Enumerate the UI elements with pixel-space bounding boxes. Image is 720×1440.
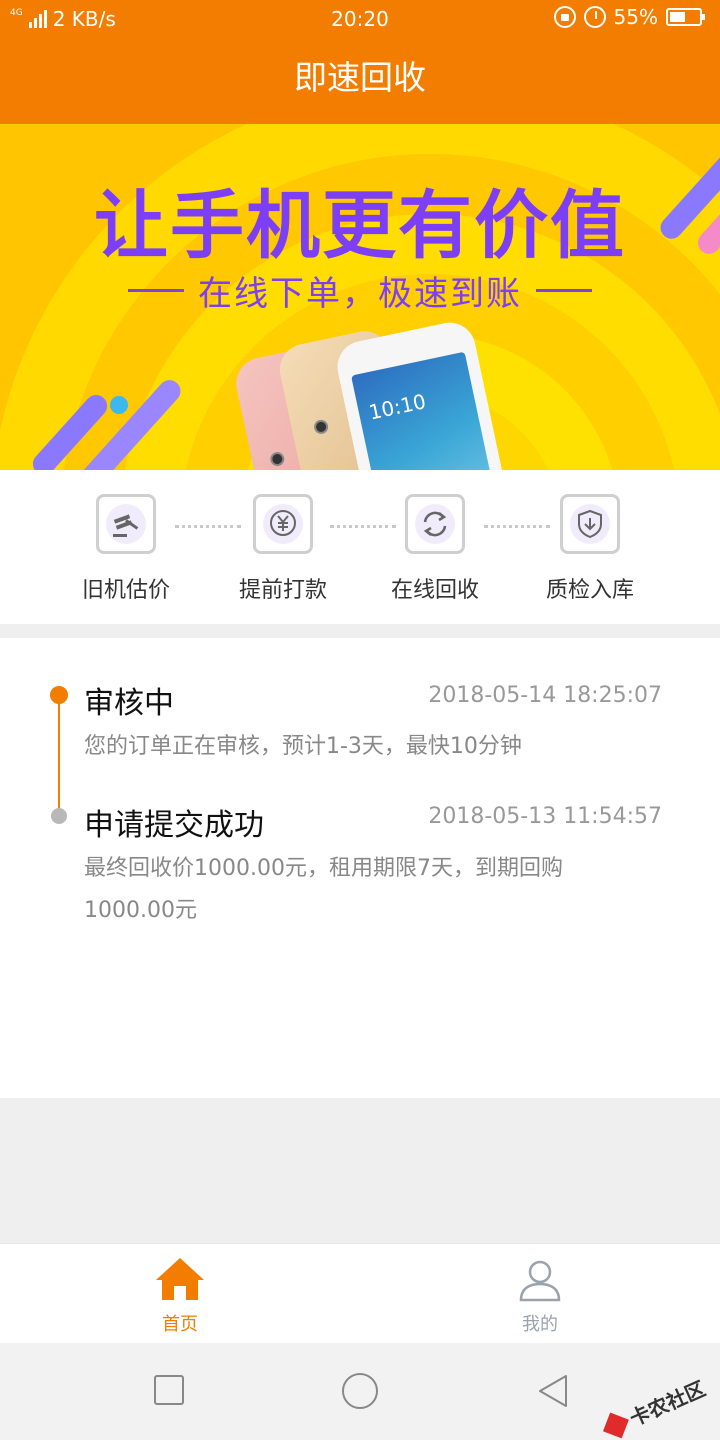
- step-label: 旧机估价: [81, 578, 170, 603]
- step-icon-frame: [405, 494, 465, 554]
- refresh-icon: [415, 504, 455, 544]
- decor-dot: [110, 396, 128, 414]
- banner-title: 让手机更有价值: [94, 183, 626, 269]
- nav-home-label: 首页: [162, 1314, 198, 1335]
- step-prepay[interactable]: 提前打款: [213, 494, 353, 604]
- step-online-recycle[interactable]: 在线回收: [365, 494, 505, 604]
- step-icon-frame: [560, 494, 620, 554]
- timeline-description: 最终回收价1000.00元，租用期限7天，到期回购1000.00元: [84, 856, 563, 923]
- nav-mine-label: 我的: [522, 1314, 558, 1335]
- app-header: 即速回收: [0, 38, 720, 124]
- phone-image-white: 10:10: [332, 317, 516, 470]
- alarm-icon: [583, 6, 606, 28]
- battery-icon: [666, 8, 705, 26]
- timeline-description: 您的订单正在审核，预计1-3天，最快10分钟: [84, 734, 522, 759]
- watermark: 卡农社区: [601, 1373, 710, 1440]
- banner-subtitle-row: 在线下单，极速到账: [0, 266, 720, 315]
- nav-home[interactable]: 首页: [0, 1244, 360, 1344]
- phone-screen-time: 10:10: [366, 389, 429, 425]
- process-steps: 旧机估价 提前打款 在线回收 质检入库: [0, 470, 720, 624]
- home-button[interactable]: [342, 1373, 378, 1409]
- status-right: 55%: [553, 5, 705, 29]
- promo-banner[interactable]: 让手机更有价值 在线下单，极速到账 10:10: [0, 124, 720, 470]
- gavel-icon: [106, 504, 146, 544]
- step-estimate[interactable]: 旧机估价: [56, 494, 196, 604]
- timeline-time: 2018-05-13 11:54:57: [428, 804, 662, 829]
- status-bar: 4G 2 KB/s 20:20 55%: [0, 0, 720, 38]
- bottom-nav: 首页 我的: [0, 1243, 720, 1343]
- timeline-title: 申请提交成功: [84, 808, 264, 843]
- user-icon: [519, 1260, 561, 1302]
- rotation-lock-icon: [553, 6, 576, 28]
- banner-subtitle: 在线下单，极速到账: [198, 274, 522, 314]
- step-inspection[interactable]: 质检入库: [520, 494, 660, 604]
- timeline-dot: [51, 808, 67, 824]
- timeline-time: 2018-05-14 18:25:07: [428, 683, 662, 708]
- timeline-dot-active: [50, 686, 68, 704]
- divider: [536, 289, 592, 292]
- nav-mine[interactable]: 我的: [360, 1244, 720, 1344]
- divider: [128, 289, 184, 292]
- page-title: 即速回收: [294, 58, 426, 97]
- yuan-icon: [263, 504, 303, 544]
- watermark-text: 卡农社区: [626, 1376, 709, 1431]
- phone-screen: 10:10: [351, 351, 500, 470]
- home-icon: [156, 1258, 204, 1300]
- system-nav-bar: 卡农社区: [0, 1343, 720, 1440]
- step-label: 提前打款: [238, 578, 327, 603]
- timeline-title: 审核中: [84, 686, 174, 721]
- step-label: 在线回收: [390, 578, 479, 603]
- battery-percent: 55%: [613, 5, 658, 29]
- step-label: 质检入库: [545, 578, 634, 603]
- timeline-line: [58, 696, 60, 814]
- order-timeline: 审核中 2018-05-14 18:25:07 您的订单正在审核，预计1-3天，…: [0, 638, 720, 1098]
- recents-button[interactable]: [154, 1375, 184, 1405]
- watermark-logo-icon: [602, 1412, 629, 1438]
- step-icon-frame: [253, 494, 313, 554]
- shield-download-icon: [570, 504, 610, 544]
- step-icon-frame: [96, 494, 156, 554]
- back-button[interactable]: [536, 1373, 570, 1409]
